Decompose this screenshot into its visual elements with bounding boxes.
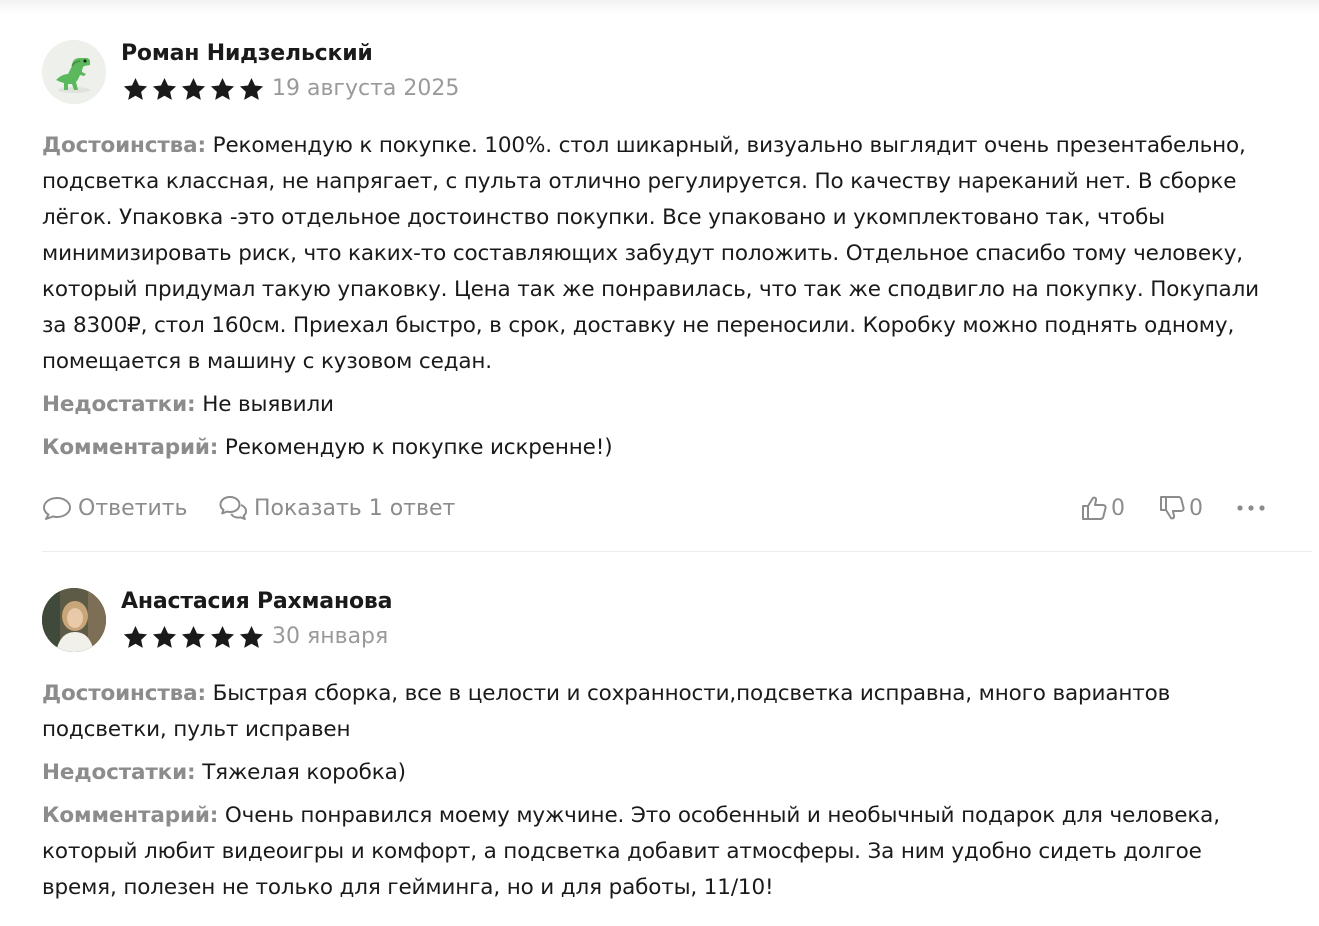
review-header: Анастасия Рахманова 30 января: [42, 588, 1282, 654]
pros-text: Быстрая сборка, все в целости и сохранно…: [42, 681, 1171, 742]
dislike-button[interactable]: 0: [1158, 488, 1203, 528]
top-shadow: [0, 0, 1319, 14]
star-icon: [123, 625, 148, 648]
rating-row: 19 августа 2025: [121, 74, 459, 104]
comment-text: Рекомендую к покупке искренне!): [224, 435, 613, 460]
reply-button[interactable]: Ответить: [42, 488, 188, 528]
review-header: Роман Нидзельский 19 августа 2025: [42, 40, 1282, 106]
review-actions: Ответить Показать 1 ответ 0 0: [42, 488, 1282, 528]
dislike-count: 0: [1189, 495, 1203, 521]
speech-bubble-icon: [43, 497, 71, 520]
star-rating: [121, 76, 266, 103]
comment-label: Комментарий:: [42, 435, 219, 460]
review-card: Анастасия Рахманова 30 января Достоинств…: [42, 588, 1282, 906]
author-name: Анастасия Рахманова: [121, 589, 393, 614]
star-icon: [152, 77, 177, 100]
review-date: 19 августа 2025: [272, 76, 460, 101]
more-button[interactable]: [1236, 488, 1266, 528]
dinosaur-icon: [42, 40, 106, 104]
star-icon: [123, 77, 148, 100]
star-icon: [239, 625, 264, 648]
star-rating: [121, 624, 266, 651]
review-cons: Недостатки: Тяжелая коробка): [42, 755, 1282, 791]
cons-text: Тяжелая коробка): [202, 760, 406, 785]
avatar[interactable]: [42, 588, 106, 652]
rating-row: 30 января: [121, 622, 388, 652]
star-icon: [181, 77, 206, 100]
author-name: Роман Нидзельский: [121, 41, 373, 66]
more-dots-icon: [1237, 505, 1265, 511]
review-cons: Недостатки: Не выявили: [42, 387, 1282, 423]
review-date: 30 января: [272, 624, 389, 649]
cons-label: Недостатки:: [42, 760, 196, 785]
show-replies-label: Показать 1 ответ: [254, 495, 456, 521]
star-icon: [210, 625, 235, 648]
review-comment: Комментарий: Рекомендую к покупке искрен…: [42, 430, 1282, 466]
thumbs-down-icon: [1160, 496, 1185, 520]
show-replies-button[interactable]: Показать 1 ответ: [218, 488, 455, 528]
thumbs-up-icon: [1082, 496, 1107, 520]
pros-text: Рекомендую к покупке. 100%. стол шикарны…: [42, 133, 1260, 374]
reviews-page: Роман Нидзельский 19 августа 2025 Достои…: [0, 0, 1319, 926]
comment-label: Комментарий:: [42, 803, 219, 828]
cons-label: Недостатки:: [42, 392, 196, 417]
review-pros: Достоинства: Быстрая сборка, все в целос…: [42, 676, 1282, 748]
review-divider: [42, 551, 1312, 552]
chat-bubbles-icon: [219, 496, 247, 520]
cons-text: Не выявили: [202, 392, 334, 417]
review-card: Роман Нидзельский 19 августа 2025 Достои…: [42, 40, 1282, 528]
star-icon: [152, 625, 177, 648]
pros-label: Достоинства:: [42, 681, 206, 706]
star-icon: [181, 625, 206, 648]
pros-label: Достоинства:: [42, 133, 206, 158]
review-comment: Комментарий: Очень понравился моему мужч…: [42, 798, 1282, 906]
reply-label: Ответить: [78, 495, 188, 521]
review-pros: Достоинства: Рекомендую к покупке. 100%.…: [42, 128, 1282, 380]
avatar[interactable]: [42, 40, 106, 104]
like-count: 0: [1111, 495, 1125, 521]
like-button[interactable]: 0: [1080, 488, 1125, 528]
user-photo-icon: [42, 588, 106, 652]
star-icon: [239, 77, 264, 100]
star-icon: [210, 77, 235, 100]
comment-text: Очень понравился моему мужчине. Это особ…: [42, 803, 1220, 900]
